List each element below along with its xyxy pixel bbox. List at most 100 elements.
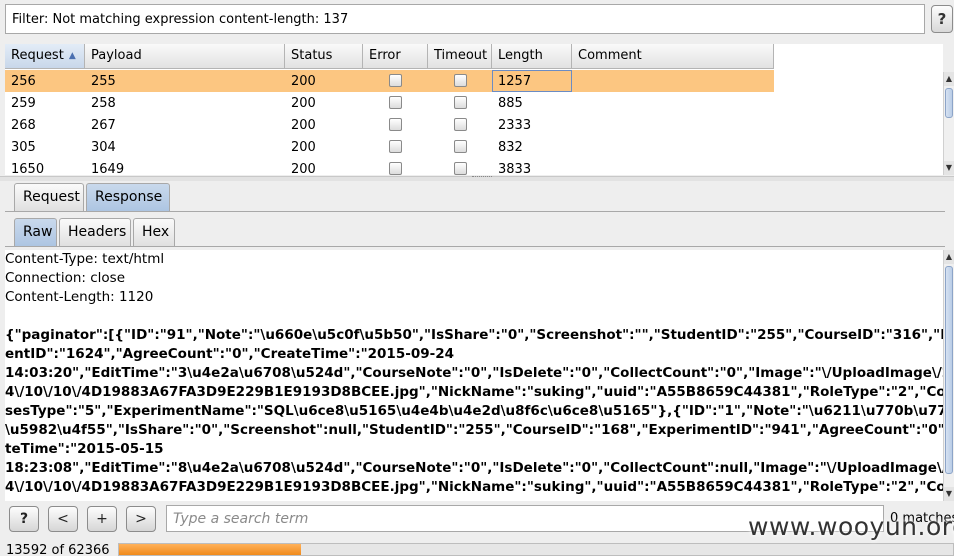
- cell-payload: 267: [91, 118, 116, 133]
- response-header-line: Content-Type: text/html: [5, 251, 165, 267]
- cell-request: 1650: [11, 162, 45, 175]
- search-help-button[interactable]: ?: [9, 506, 39, 532]
- scroll-up-icon[interactable]: ▲: [944, 250, 954, 264]
- cell-comment: [572, 136, 774, 158]
- response-scrollbar[interactable]: ▲ ▼: [943, 250, 954, 501]
- column-header-error[interactable]: Error: [363, 44, 428, 69]
- cell-payload: 258: [91, 96, 116, 111]
- add-search-button[interactable]: +: [87, 506, 117, 532]
- response-body-line: teTime":"2015-05-15: [5, 441, 164, 457]
- column-header-comment[interactable]: Comment: [572, 44, 774, 69]
- cell-timeout: [428, 70, 492, 92]
- table-scrollbar[interactable]: ▲ ▼: [943, 72, 954, 175]
- tab-divider: [5, 211, 945, 212]
- cell-length: 885: [498, 96, 523, 111]
- scroll-down-icon[interactable]: ▼: [944, 487, 954, 501]
- cell-status: 200: [291, 96, 316, 111]
- cell-length: 832: [498, 140, 523, 155]
- column-header-length[interactable]: Length: [492, 44, 572, 69]
- subtab-divider: [5, 246, 945, 247]
- error-checkbox: [389, 140, 402, 153]
- error-checkbox: [389, 96, 402, 109]
- column-header-timeout[interactable]: Timeout: [428, 44, 492, 69]
- response-body-line: 4\/10\/10\/4D19883A67FA3D9E229B1E9193D8B…: [5, 479, 943, 495]
- cell-timeout: [428, 158, 492, 175]
- table-rows: 256 255 200 1257 259 258 200 885 268 267…: [5, 70, 774, 175]
- column-header-payload[interactable]: Payload: [85, 44, 285, 69]
- response-body-line: 18:23:08","EditTime":"8\u4e2a\u6708\u524…: [5, 460, 943, 476]
- table-row[interactable]: 305 304 200 832: [5, 136, 774, 158]
- cell-length: 1257: [492, 70, 572, 92]
- timeout-checkbox: [453, 118, 467, 131]
- cell-timeout: [428, 114, 492, 136]
- cell-status: 200: [291, 162, 316, 175]
- cell-comment: [572, 92, 774, 114]
- filter-bar[interactable]: Filter: Not matching expression content-…: [5, 4, 925, 34]
- cell-error: [363, 92, 428, 114]
- tab-response[interactable]: Response: [86, 183, 170, 211]
- response-body-line: \u5982\u4f55","IsShare":"0","Screenshot"…: [5, 422, 943, 438]
- cell-length: 2333: [498, 118, 532, 133]
- filter-help-button[interactable]: ?: [931, 5, 953, 33]
- timeout-checkbox: [453, 140, 467, 153]
- tab-hex[interactable]: Hex: [133, 218, 175, 246]
- cell-payload: 1649: [91, 162, 125, 175]
- response-scroll-thumb[interactable]: [945, 266, 953, 474]
- column-header-request[interactable]: Request ▲: [5, 44, 85, 69]
- response-header-line: Connection: close: [5, 270, 125, 286]
- tab-raw[interactable]: Raw: [14, 218, 57, 246]
- cell-status: 200: [291, 140, 316, 155]
- cell-status: 200: [291, 118, 316, 133]
- splitter-grip-icon[interactable]: [472, 176, 492, 179]
- next-match-button[interactable]: >: [126, 506, 156, 532]
- response-header-line: Content-Length: 1120: [5, 289, 154, 305]
- error-checkbox: [389, 162, 402, 175]
- request-progress-count: 13592 of 62366: [6, 543, 110, 556]
- progress-fill: [119, 544, 301, 555]
- filter-text: Filter: Not matching expression content-…: [12, 12, 349, 27]
- timeout-checkbox: [453, 96, 467, 109]
- cell-request: 268: [11, 118, 36, 133]
- tab-headers[interactable]: Headers: [59, 218, 131, 246]
- table-row[interactable]: 259 258 200 885: [5, 92, 774, 114]
- cell-error: [363, 114, 428, 136]
- tab-request[interactable]: Request: [14, 183, 84, 211]
- cell-status: 200: [291, 74, 316, 89]
- results-table: Request ▲ Payload Status Error Timeout Le…: [5, 44, 943, 175]
- table-header: Request ▲ Payload Status Error Timeout Le…: [5, 44, 774, 69]
- timeout-checkbox: [453, 162, 467, 175]
- cell-timeout: [428, 92, 492, 114]
- cell-error: [363, 70, 428, 92]
- cell-comment: [572, 158, 774, 175]
- sort-ascending-icon: ▲: [68, 51, 76, 61]
- scroll-up-icon[interactable]: ▲: [944, 72, 954, 86]
- cell-request: 256: [11, 74, 36, 89]
- response-body-line: entID":"1624","AgreeCount":"0","CreateTi…: [5, 346, 454, 362]
- cell-payload: 255: [91, 74, 116, 89]
- table-row[interactable]: 1650 1649 200 3833: [5, 158, 774, 175]
- response-body-line: 4\/10\/10\/4D19883A67FA3D9E229B1E9193D8B…: [5, 384, 943, 400]
- cell-request: 305: [11, 140, 36, 155]
- table-row[interactable]: 256 255 200 1257: [5, 70, 774, 92]
- response-text-area[interactable]: Content-Type: text/html Connection: clos…: [5, 250, 943, 501]
- table-scroll-thumb[interactable]: [945, 88, 953, 118]
- scroll-down-icon[interactable]: ▼: [944, 161, 954, 175]
- attack-progress-bar: [118, 543, 954, 556]
- watermark: www.wooyun.org: [748, 512, 954, 541]
- error-checkbox: [389, 74, 402, 87]
- column-header-status[interactable]: Status: [285, 44, 363, 69]
- response-body-line: sesType":"5","ExperimentName":"SQL\u6ce8…: [5, 403, 943, 419]
- cell-timeout: [428, 136, 492, 158]
- response-body-line: {"paginator":[{"ID":"91","Note":"\u660e\…: [5, 327, 943, 343]
- cell-length: 3833: [498, 162, 532, 175]
- table-row[interactable]: 268 267 200 2333: [5, 114, 774, 136]
- response-body-line: 14:03:20","EditTime":"3\u4e2a\u6708\u524…: [5, 365, 943, 381]
- cell-error: [363, 136, 428, 158]
- timeout-checkbox: [453, 74, 467, 87]
- cell-comment: [572, 114, 774, 136]
- cell-comment: [572, 70, 774, 92]
- error-checkbox: [389, 118, 402, 131]
- cell-request: 259: [11, 96, 36, 111]
- previous-match-button[interactable]: <: [48, 506, 78, 532]
